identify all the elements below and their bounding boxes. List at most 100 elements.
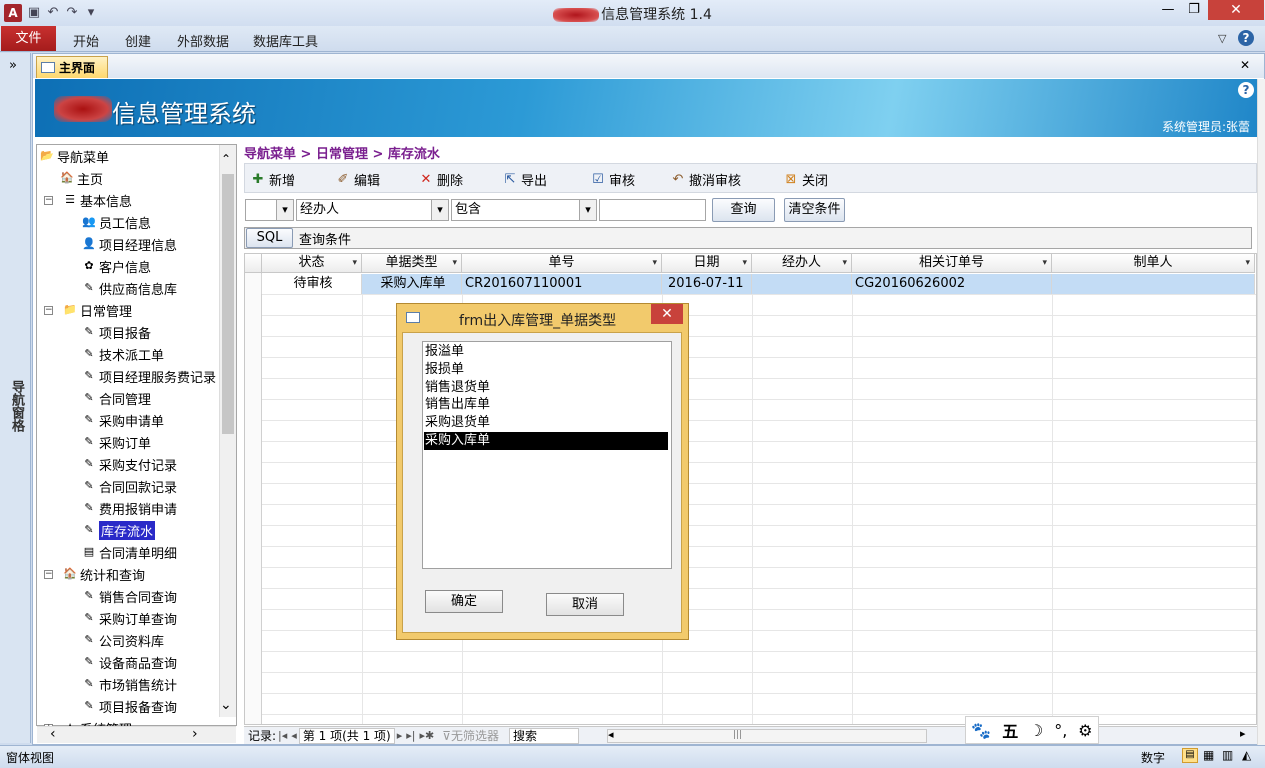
list-item[interactable]: 采购退货单	[424, 414, 668, 432]
cancel-button[interactable]: 取消	[546, 593, 624, 616]
sidebar-item[interactable]: ✎ 项目报备查询	[82, 696, 177, 716]
select-all-corner[interactable]	[245, 254, 262, 273]
dialog-close-button[interactable]: ✕	[651, 304, 683, 324]
toolbar-button[interactable]: ✚ 新增	[250, 170, 295, 189]
close-form-icon[interactable]: ✕	[1240, 58, 1250, 72]
cell-doc-number[interactable]: CR201607110001	[462, 274, 662, 294]
column-header[interactable]: 状态 ▾	[262, 254, 362, 273]
filter-value-input[interactable]	[599, 199, 706, 221]
column-header[interactable]: 制单人 ▾	[1052, 254, 1255, 273]
punctuation-icon[interactable]: °,	[1054, 721, 1067, 740]
sidebar-item[interactable]: ✎ 采购订单	[82, 432, 151, 452]
form-tab-main[interactable]: 主界面	[36, 56, 108, 78]
row-selector[interactable]	[245, 274, 262, 294]
prev-record-icon[interactable]: ◂	[291, 729, 297, 742]
tree-scroll-thumb[interactable]	[222, 174, 234, 434]
close-window-button[interactable]: ✕	[1208, 0, 1264, 20]
cell-handler[interactable]	[752, 274, 852, 294]
sidebar-item[interactable]: ✎ 项目报备	[82, 322, 151, 342]
query-button[interactable]: 查询	[712, 198, 775, 222]
scroll-grip-icon[interactable]: |||	[733, 730, 743, 742]
sidebar-item[interactable]: 📂 导航菜单	[40, 146, 109, 166]
column-header[interactable]: 相关订单号 ▾	[852, 254, 1052, 273]
sql-button[interactable]: SQL	[246, 228, 293, 248]
column-header[interactable]: 单据类型 ▾	[362, 254, 462, 273]
toolbar-button[interactable]: ↶ 撤消审核	[670, 170, 741, 189]
list-item[interactable]: 报溢单	[424, 343, 668, 361]
sidebar-item[interactable]: 🏠 主页	[60, 168, 103, 188]
table-row[interactable]: 待审核 采购入库单 CR201607110001 2016-07-11 CG20…	[245, 274, 1255, 294]
sidebar-item[interactable]: ✎ 项目经理服务费记录	[82, 366, 216, 386]
filter-connector-select[interactable]: ▾	[245, 199, 294, 221]
clear-conditions-button[interactable]: 清空条件	[784, 198, 845, 222]
tab-create[interactable]: 创建	[125, 31, 151, 50]
sidebar-item[interactable]: ✎ 费用报销申请	[82, 498, 177, 518]
form-view-icon[interactable]: ▤	[1182, 748, 1198, 763]
record-position[interactable]: 第 1 项(共 1 项)	[298, 727, 395, 744]
toolbar-button[interactable]: ✕ 删除	[418, 170, 463, 189]
datasheet-view-icon[interactable]: ▦	[1203, 748, 1214, 762]
scroll-right-icon[interactable]: ▸	[1240, 727, 1246, 740]
chevron-down-icon[interactable]: ▾	[742, 254, 747, 272]
sidebar-item[interactable]: 👥 员工信息	[82, 212, 151, 232]
paw-icon[interactable]: 🐾	[971, 721, 991, 740]
file-tab[interactable]: 文件	[1, 26, 56, 51]
form-vertical-scrollbar[interactable]	[1257, 79, 1265, 745]
tab-home[interactable]: 开始	[73, 31, 99, 50]
sidebar-item[interactable]: ✎ 采购申请单	[82, 410, 164, 430]
collapse-icon[interactable]: −	[44, 569, 53, 579]
list-item[interactable]: 销售退货单	[424, 379, 668, 397]
chevron-down-icon[interactable]: ▾	[452, 254, 457, 272]
sidebar-item[interactable]: ✿ 客户信息	[82, 256, 151, 276]
sidebar-item[interactable]: ✎ 库存流水	[82, 520, 156, 540]
no-filter-label[interactable]: 无筛选器	[451, 727, 499, 744]
chevron-down-icon[interactable]: ▾	[842, 254, 847, 272]
scroll-left-icon[interactable]: ‹	[50, 726, 56, 742]
expand-nav-pane-icon[interactable]: »	[9, 58, 17, 73]
collapse-icon[interactable]: −	[44, 195, 53, 205]
sidebar-item[interactable]: − ☰ 基本信息	[44, 190, 132, 210]
layout-view-icon[interactable]: ▥	[1222, 748, 1233, 762]
sidebar-item[interactable]: ✎ 采购订单查询	[82, 608, 177, 628]
cell-date[interactable]: 2016-07-11	[662, 274, 752, 294]
list-item[interactable]: 采购入库单	[424, 432, 668, 450]
ribbon-minimize-icon[interactable]: ▽	[1218, 32, 1226, 45]
scroll-right-icon[interactable]: ›	[192, 726, 198, 742]
cell-creator[interactable]	[1052, 274, 1255, 294]
search-input[interactable]: 搜索	[509, 727, 580, 744]
list-item[interactable]: 报损单	[424, 361, 668, 379]
navigation-pane-label[interactable]: 导航窗格	[7, 380, 26, 432]
scroll-down-icon[interactable]: ⌄	[220, 697, 232, 713]
collapse-icon[interactable]: −	[44, 305, 53, 315]
column-header[interactable]: 日期 ▾	[662, 254, 752, 273]
sidebar-item[interactable]: ✎ 销售合同查询	[82, 586, 177, 606]
sidebar-item[interactable]: ✎ 技术派工单	[82, 344, 164, 364]
chevron-down-icon[interactable]: ▾	[352, 254, 357, 272]
sidebar-item[interactable]: ✎ 公司资料库	[82, 630, 164, 650]
scroll-left-icon[interactable]: ◂	[608, 728, 614, 741]
tree-horizontal-scrollbar[interactable]	[37, 726, 236, 743]
scroll-up-icon[interactable]: ⌃	[221, 152, 231, 166]
settings-icon[interactable]: ⚙	[1078, 721, 1092, 740]
design-view-icon[interactable]: ◭	[1242, 748, 1251, 762]
cell-doc-type[interactable]: 采购入库单	[362, 274, 462, 294]
list-item[interactable]: 销售出库单	[424, 396, 668, 414]
chevron-down-icon[interactable]: ▾	[1042, 254, 1047, 272]
wubi-mode-icon[interactable]: 五	[1002, 718, 1018, 742]
sidebar-item[interactable]: ✎ 市场销售统计	[82, 674, 177, 694]
sidebar-item[interactable]: ✎ 设备商品查询	[82, 652, 177, 672]
toolbar-button[interactable]: ⊠ 关闭	[783, 170, 828, 189]
last-record-icon[interactable]: ▸|	[406, 729, 415, 742]
column-header[interactable]: 经办人 ▾	[752, 254, 852, 273]
column-header[interactable]: 单号 ▾	[462, 254, 662, 273]
chevron-down-icon[interactable]: ▾	[276, 200, 293, 220]
grid-horizontal-scrollbar[interactable]: ◂ |||	[607, 728, 928, 743]
sidebar-item[interactable]: ✎ 采购支付记录	[82, 454, 177, 474]
ok-button[interactable]: 确定	[425, 590, 503, 613]
toolbar-button[interactable]: ⇱ 导出	[502, 170, 547, 189]
chevron-down-icon[interactable]: ▾	[652, 254, 657, 272]
help-icon[interactable]: ?	[1238, 30, 1254, 46]
half-width-icon[interactable]: ☽	[1029, 721, 1043, 740]
sidebar-item[interactable]: − 🏠 统计和查询	[44, 564, 145, 584]
chevron-down-icon[interactable]: ▾	[431, 200, 448, 220]
